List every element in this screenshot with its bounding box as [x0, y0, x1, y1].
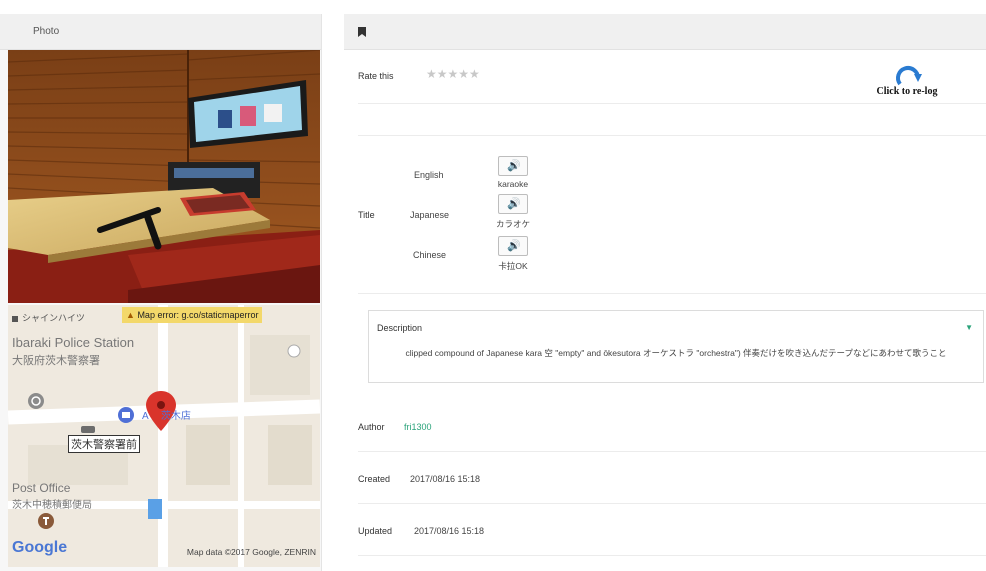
photo-panel: Photo シャインハイツ ▲ Map error: g.co/staticma…: [0, 14, 322, 571]
created-label: Created: [358, 474, 391, 484]
map-label-shop-prefix: A: [142, 411, 149, 422]
created-row: Created 2017/08/16 15:18: [358, 452, 986, 504]
warning-icon: ▲: [126, 310, 135, 320]
map-label-shop: A 茨木店: [142, 407, 191, 422]
map-top-label: シャインハイツ: [12, 311, 85, 324]
updated-label: Updated: [358, 526, 393, 536]
map-label-post-jp: 茨木中穂積郵便局: [12, 500, 92, 511]
karaoke-photo[interactable]: [8, 50, 320, 303]
rate-label: Rate this: [358, 71, 394, 81]
map-error-text: Map error: g.co/staticmaperror: [137, 310, 259, 320]
description-toggle-icon[interactable]: ▼: [965, 323, 973, 332]
map-label-bus-stop: 茨木警察署前: [68, 435, 140, 453]
map-label-post-en: Post Office: [12, 481, 71, 495]
map-error-banner: ▲ Map error: g.co/staticmaperror: [122, 307, 263, 323]
speaker-icon: 🔊: [507, 160, 521, 172]
bookmark-icon[interactable]: [358, 27, 366, 37]
speaker-icon: 🔊: [507, 240, 521, 252]
author-link[interactable]: fri1300: [404, 422, 432, 432]
updated-value: 2017/08/16 15:18: [414, 526, 485, 536]
play-japanese-button[interactable]: 🔊: [498, 194, 528, 214]
detail-panel: Rate this ★★★★★ Click to re-log Title En…: [344, 14, 986, 571]
google-logo: Google: [12, 539, 68, 556]
map-square-icon: [12, 315, 18, 322]
relog-button[interactable]: Click to re-log: [862, 64, 952, 104]
spacer-row: [358, 104, 986, 136]
lang-japanese-label: Japanese: [410, 210, 450, 220]
play-english-button[interactable]: 🔊: [498, 156, 528, 176]
rating-stars[interactable]: ★★★★★: [426, 67, 480, 81]
karaoke-room-illustration: [8, 50, 320, 303]
word-chinese: 卡拉OK: [498, 261, 528, 271]
detail-header: [344, 14, 986, 50]
word-japanese: カラオケ: [495, 219, 530, 229]
map-attribution: Map data ©2017 Google, ZENRIN: [186, 547, 316, 557]
word-english: karaoke: [497, 179, 529, 189]
map-label-shop-name: 茨木店: [160, 411, 191, 422]
photo-header: Photo: [0, 14, 321, 50]
lang-chinese-label: Chinese: [413, 250, 447, 260]
created-value: 2017/08/16 15:18: [410, 474, 481, 484]
title-label: Title: [358, 210, 375, 220]
refresh-icon: [896, 66, 922, 86]
author-label: Author: [358, 422, 385, 432]
play-chinese-button[interactable]: 🔊: [498, 236, 528, 256]
description-text: clipped compound of Japanese kara 空 "emp…: [405, 348, 947, 358]
location-map[interactable]: シャインハイツ ▲ Map error: g.co/staticmaperror…: [8, 305, 320, 567]
map-label-station-en: Ibaraki Police Station: [12, 335, 135, 350]
relog-label: Click to re-log: [876, 86, 938, 97]
description-title: Description: [377, 323, 423, 333]
author-row: Author fri1300: [358, 400, 986, 452]
map-label-station-jp: 大阪府茨木警察署: [12, 355, 100, 367]
title-row: Title English 🔊 karaoke Japanese 🔊 カラオケ …: [358, 136, 986, 294]
updated-row: Updated 2017/08/16 15:18: [358, 504, 986, 556]
map-top-label-text: シャインハイツ: [22, 313, 85, 323]
description-box: Description ▼ clipped compound of Japane…: [368, 310, 984, 383]
speaker-icon: 🔊: [507, 198, 521, 210]
lang-english-label: English: [414, 170, 444, 180]
